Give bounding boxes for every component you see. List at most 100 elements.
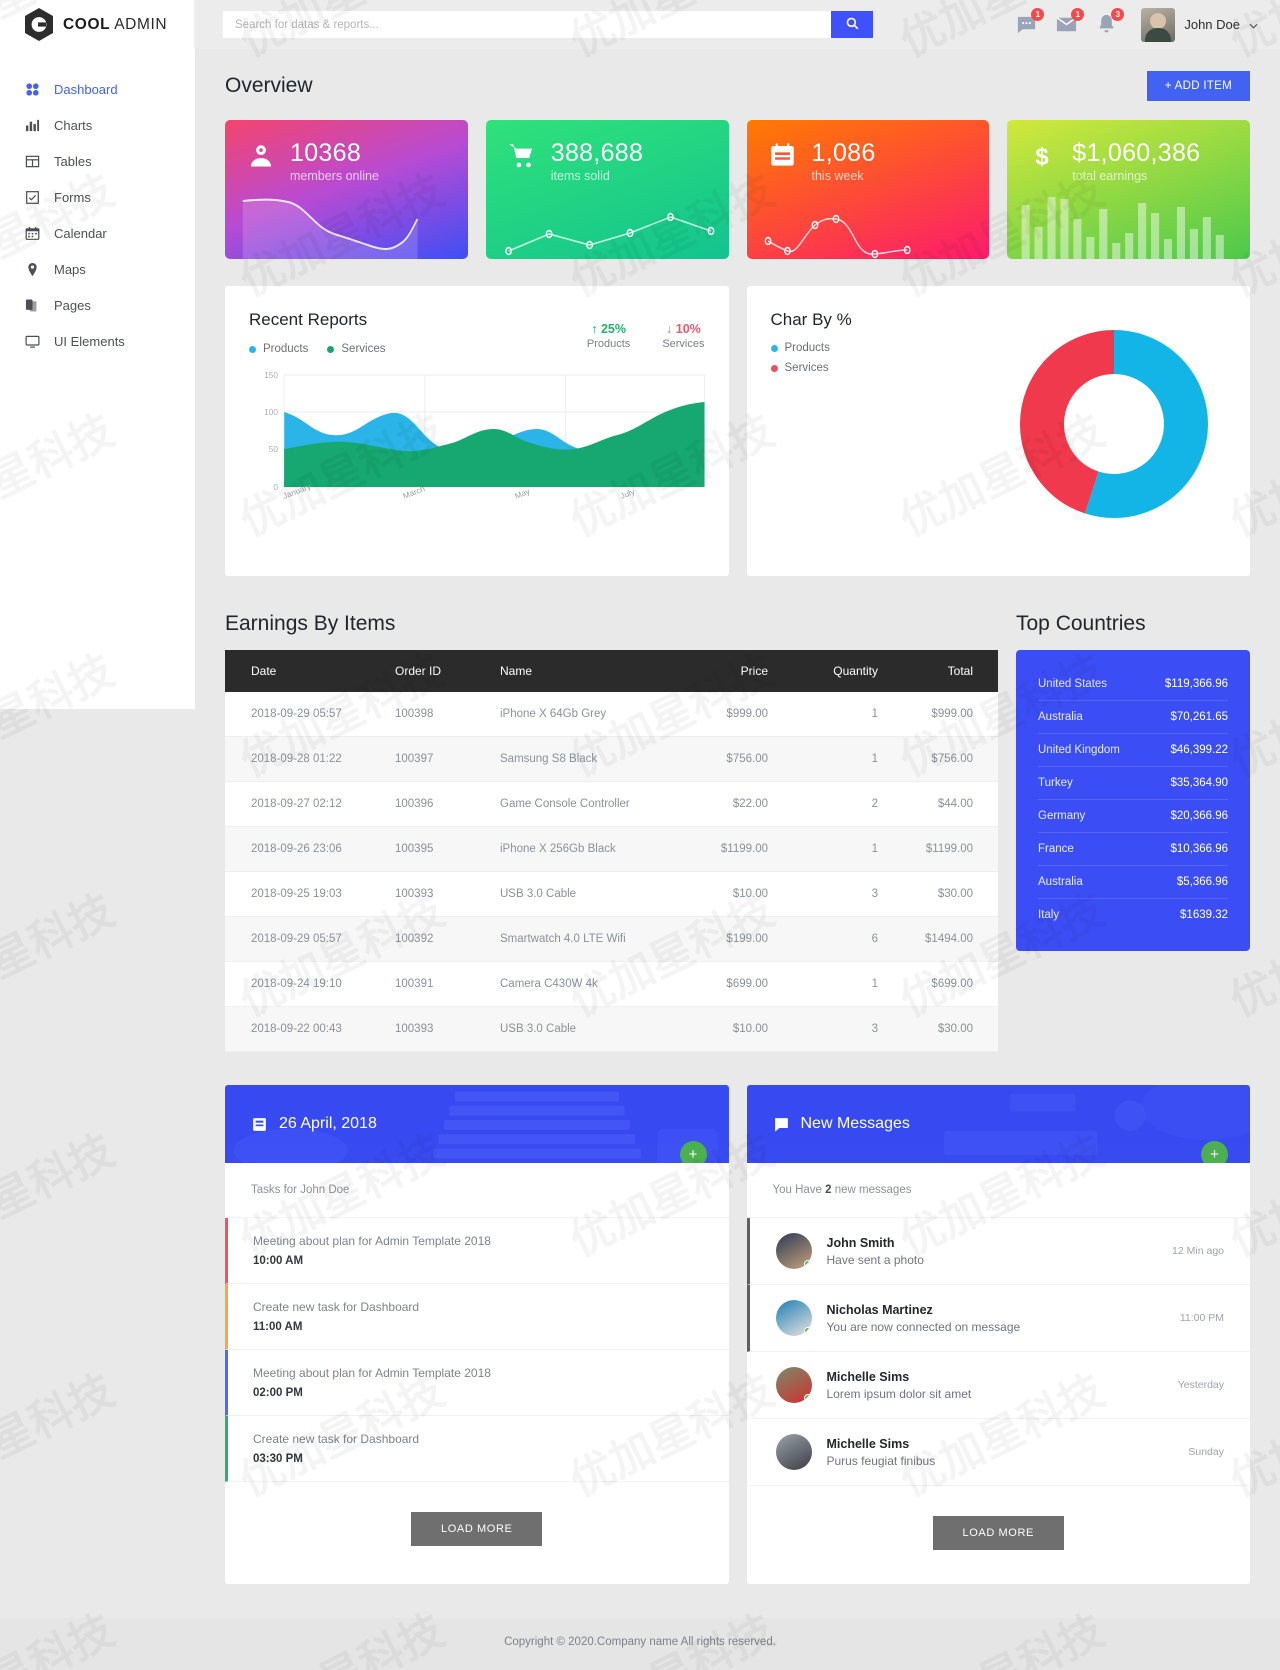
messages-panel-header: New Messages + [746,1085,1250,1163]
country-row[interactable]: Australia $5,366.96 [1038,866,1228,899]
stat-card-items-sold[interactable]: 388,688 items solid [485,120,729,259]
sidebar-item-dashboard[interactable]: Dashboard [0,71,195,107]
bar-sparkline-earnings [1007,179,1250,259]
cell-total: $30.00 [937,888,973,900]
search-button[interactable] [831,11,873,38]
calendar-filled-icon [251,1116,268,1133]
add-task-button[interactable]: + [679,1141,707,1163]
cell-quantity: 1 [871,978,878,990]
country-row[interactable]: Australia $70,261.65 [1038,701,1228,734]
new-message-button[interactable]: + [1201,1141,1228,1163]
task-item[interactable]: Create new task for Dashboard 11:00 AM [225,1284,729,1350]
message-preview: You are now connected on message [826,1319,1021,1334]
table-row[interactable]: 2018-09-26 23:06 100395 iPhone X 256Gb B… [225,826,998,872]
col-price[interactable]: Price [658,650,768,692]
char-by-percent-panel: Char By % Products Services [746,286,1250,576]
search-input[interactable] [223,11,831,38]
table-row[interactable]: 2018-09-27 02:12 100396 Game Console Con… [225,782,998,827]
comment-icon[interactable]: 1 [1015,8,1045,36]
brand-logo[interactable]: COOL ADMIN [0,0,195,49]
legend-item-products[interactable]: Products [249,343,308,355]
legend-label: Services [784,362,829,374]
country-amount: $10,366.96 [1170,843,1228,855]
svg-text:0: 0 [273,483,278,492]
sidebar-item-pages[interactable]: Pages [0,287,195,323]
message-item[interactable]: Michelle Sims Lorem ipsum dolor sit amet… [746,1352,1250,1419]
country-row[interactable]: United Kingdom $46,399.22 [1038,734,1228,767]
cell-date: 2018-09-29 05:57 [251,933,342,945]
country-row[interactable]: United States $119,366.96 [1038,668,1228,701]
message-item[interactable]: Nicholas Martinez You are now connected … [746,1285,1250,1352]
message-time: 12 Min ago [1172,1245,1224,1257]
country-name: United States [1038,678,1108,690]
col-quantity[interactable]: Quantity [768,650,878,692]
task-title: Create new task for Dashboard [253,1300,420,1314]
cell-quantity: 1 [871,753,878,765]
table-row[interactable]: 2018-09-28 01:22 100397 Samsung S8 Black… [225,736,998,782]
stat-value: 1,086 [811,139,876,167]
cell-quantity: 1 [871,843,878,855]
col-total[interactable]: Total [878,650,998,692]
cell-order-id: 100393 [395,1023,434,1035]
recent-reports-panel: Recent Reports Products Services ↑ 25% P… [225,286,729,576]
message-item[interactable]: John Smith Have sent a photo 12 Min ago [746,1218,1250,1285]
table-row[interactable]: 2018-09-25 19:03 100393 USB 3.0 Cable $1… [225,872,998,917]
country-row[interactable]: Italy $1639.32 [1038,899,1228,931]
task-item[interactable]: Meeting about plan for Admin Template 20… [225,1218,729,1284]
bell-icon[interactable]: 3 [1095,8,1125,36]
task-item[interactable]: Meeting about plan for Admin Template 20… [225,1350,729,1416]
table-row[interactable]: 2018-09-24 19:10 100391 Camera C430W 4k … [225,962,998,1007]
stat-card-members[interactable]: 10368 members online [225,120,468,259]
stat-value: $1,060,386 [1072,139,1201,167]
col-date[interactable]: Date [225,650,395,692]
add-item-button[interactable]: + ADD ITEM [1146,71,1250,101]
tasks-load-more-button[interactable]: LOAD MORE [411,1512,543,1546]
messages-subtitle-post: new messages [831,1184,912,1196]
country-row[interactable]: France $10,366.96 [1038,833,1228,866]
country-name: Australia [1038,711,1083,723]
search-icon [846,17,859,33]
col-order-id[interactable]: Order ID [395,650,500,692]
sidebar-item-calendar[interactable]: Calendar [0,215,195,251]
table-row[interactable]: 2018-09-22 00:43 100393 USB 3.0 Cable $1… [225,1006,998,1052]
sidebar: Dashboard Charts Tables Forms Calendar M… [0,49,195,709]
cell-name: Game Console Controller [500,798,630,810]
sidebar-item-maps[interactable]: Maps [0,251,195,287]
task-item[interactable]: Create new task for Dashboard 03:30 PM [225,1416,729,1482]
stat-label: members online [290,169,379,184]
legend-item-services[interactable]: Services [327,343,386,355]
message-preview: Lorem ipsum dolor sit amet [826,1386,972,1401]
sidebar-item-ui-elements[interactable]: UI Elements [0,323,195,359]
sidebar-item-tables[interactable]: Tables [0,143,195,179]
country-row[interactable]: Germany $20,366.96 [1038,800,1228,833]
brand-bold: COOL [63,15,111,33]
calendar-card-icon [769,142,799,169]
tasks-panel-header: 26 April, 2018 + [225,1085,729,1163]
cell-quantity: 3 [871,1023,878,1035]
top-countries-title: Top Countries [1016,612,1146,635]
table-row[interactable]: 2018-09-29 05:57 100392 Smartwatch 4.0 L… [225,916,998,962]
user-menu[interactable]: John Doe [1141,7,1258,42]
stat-card-this-week[interactable]: 1,086 this week [746,120,990,259]
legend-label: Products [784,342,830,354]
cell-total: $1199.00 [925,843,973,855]
messages-load-more-button[interactable]: LOAD MORE [932,1516,1064,1550]
kpi-products: ↑ 25% Products [587,322,630,350]
table-row[interactable]: 2018-09-29 05:57 100398 iPhone X 64Gb Gr… [225,692,998,737]
cell-price: $999.00 [726,708,768,720]
kpi-value: 25% [600,322,626,336]
country-row[interactable]: Turkey $35,364.90 [1038,767,1228,800]
message-item[interactable]: Michelle Sims Purus feugiat finibus Sund… [746,1419,1250,1486]
country-name: France [1038,843,1074,855]
kpi-arrow: ↓ [666,322,673,336]
col-name[interactable]: Name [500,650,658,692]
app-header: COOL ADMIN 1 [0,0,1280,49]
stat-card-total-earnings[interactable]: $ $1,060,386 total earnings [1007,120,1250,259]
cell-quantity: 2 [871,798,878,810]
stat-label: this week [811,169,864,184]
mail-icon[interactable]: 1 [1055,8,1085,36]
stat-value: 10368 [290,139,362,167]
sidebar-label: Charts [54,117,93,133]
sidebar-item-charts[interactable]: Charts [0,107,195,143]
sidebar-item-forms[interactable]: Forms [0,179,195,215]
